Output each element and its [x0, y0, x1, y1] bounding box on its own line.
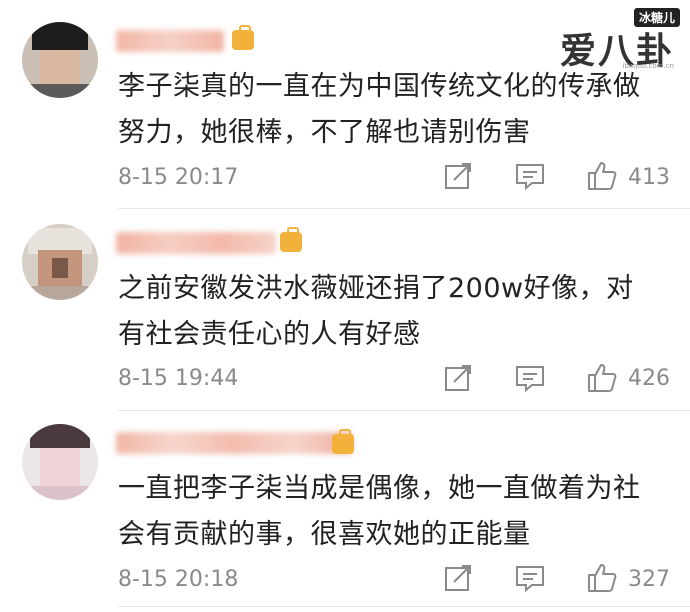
- username-blurred[interactable]: [116, 432, 352, 454]
- divider: [118, 606, 690, 607]
- comment-text: 一直把李子柒当成是偶像，她一直做着为社 会有贡献的事，很喜欢她的正能量: [118, 473, 641, 550]
- comment-icon[interactable]: [514, 562, 546, 594]
- thumbs-up-icon[interactable]: [586, 562, 618, 594]
- comment-item: 一直把李子柒当成是偶像，她一直做着为社 会有贡献的事，很喜欢她的正能量 8-15…: [0, 0, 690, 612]
- vip-badge-icon: [332, 429, 354, 454]
- comment-time: 8-15 20:18: [118, 567, 239, 592]
- share-icon[interactable]: [442, 562, 474, 594]
- avatar[interactable]: [22, 424, 98, 500]
- like-count: 327: [628, 567, 670, 592]
